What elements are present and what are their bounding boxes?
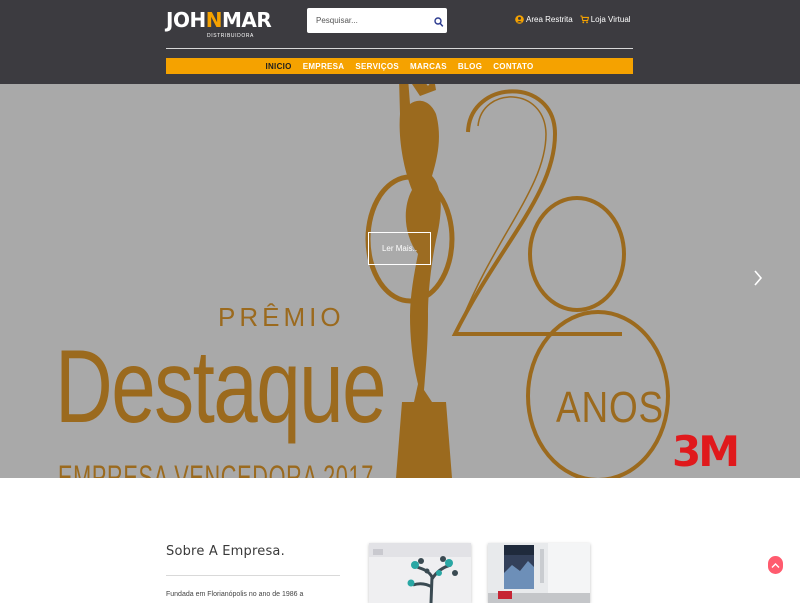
search-input[interactable] xyxy=(307,8,433,33)
about-divider xyxy=(166,575,340,576)
company-photo-1[interactable] xyxy=(369,543,471,603)
interior-tree-mural-image xyxy=(369,543,471,603)
search-icon[interactable] xyxy=(434,15,444,27)
banner-years-text: 28 xyxy=(0,84,2,85)
hero-banner-image: PRÊMIO Destaque ANOS EMPRESA VENCEDORA 2… xyxy=(0,84,670,478)
nav-item-servicos[interactable]: SERVIÇOS xyxy=(355,62,399,71)
read-more-button[interactable]: Ler Mais.. xyxy=(368,232,431,265)
banner-anos-text: ANOS xyxy=(556,383,664,432)
chevron-right-icon[interactable] xyxy=(751,268,765,288)
restricted-area-label: Area Restrita xyxy=(526,14,573,24)
search-box xyxy=(307,8,447,33)
about-text: Fundada em Florianópolis no ano de 1986 … xyxy=(166,591,304,598)
restricted-area-link[interactable]: Area Restrita xyxy=(515,15,573,24)
nav-item-empresa[interactable]: EMPRESA xyxy=(303,62,345,71)
header-divider xyxy=(166,48,633,49)
logo-wordmark: JOHNMAR xyxy=(166,8,272,32)
logo[interactable]: JOHNMAR DISTRIBUIDORA xyxy=(166,8,272,43)
chevron-up-icon xyxy=(771,562,780,568)
virtual-store-link[interactable]: Loja Virtual xyxy=(579,14,631,24)
scroll-top-button[interactable] xyxy=(768,556,783,574)
site-header: JOHNMAR DISTRIBUIDORA Area Restrita Loja… xyxy=(0,0,800,84)
virtual-store-label: Loja Virtual xyxy=(590,14,631,24)
nav-item-marcas[interactable]: MARCAS xyxy=(410,62,447,71)
about-title: Sobre A Empresa. xyxy=(166,544,285,559)
3m-logo: 3M xyxy=(672,427,740,476)
user-icon xyxy=(515,14,524,24)
nav-item-contato[interactable]: CONTATO xyxy=(493,62,533,71)
banner-premio-text: PRÊMIO xyxy=(218,302,345,332)
nav-item-blog[interactable]: BLOG xyxy=(458,62,482,71)
top-links: Area Restrita Loja Virtual xyxy=(515,13,631,25)
banner-vencedora-text: EMPRESA VENCEDORA 2017 xyxy=(58,459,374,478)
hero-slider: PRÊMIO Destaque ANOS EMPRESA VENCEDORA 2… xyxy=(0,84,800,478)
interior-office-image xyxy=(488,543,590,603)
company-photo-2[interactable] xyxy=(488,543,590,603)
nav-item-inicio[interactable]: INICIO xyxy=(265,62,291,71)
cart-icon xyxy=(579,14,589,23)
main-nav: INICIO EMPRESA SERVIÇOS MARCAS BLOG CONT… xyxy=(166,58,633,74)
logo-tagline: DISTRIBUIDORA xyxy=(207,33,254,39)
banner-destaque-text: Destaque xyxy=(55,329,385,445)
